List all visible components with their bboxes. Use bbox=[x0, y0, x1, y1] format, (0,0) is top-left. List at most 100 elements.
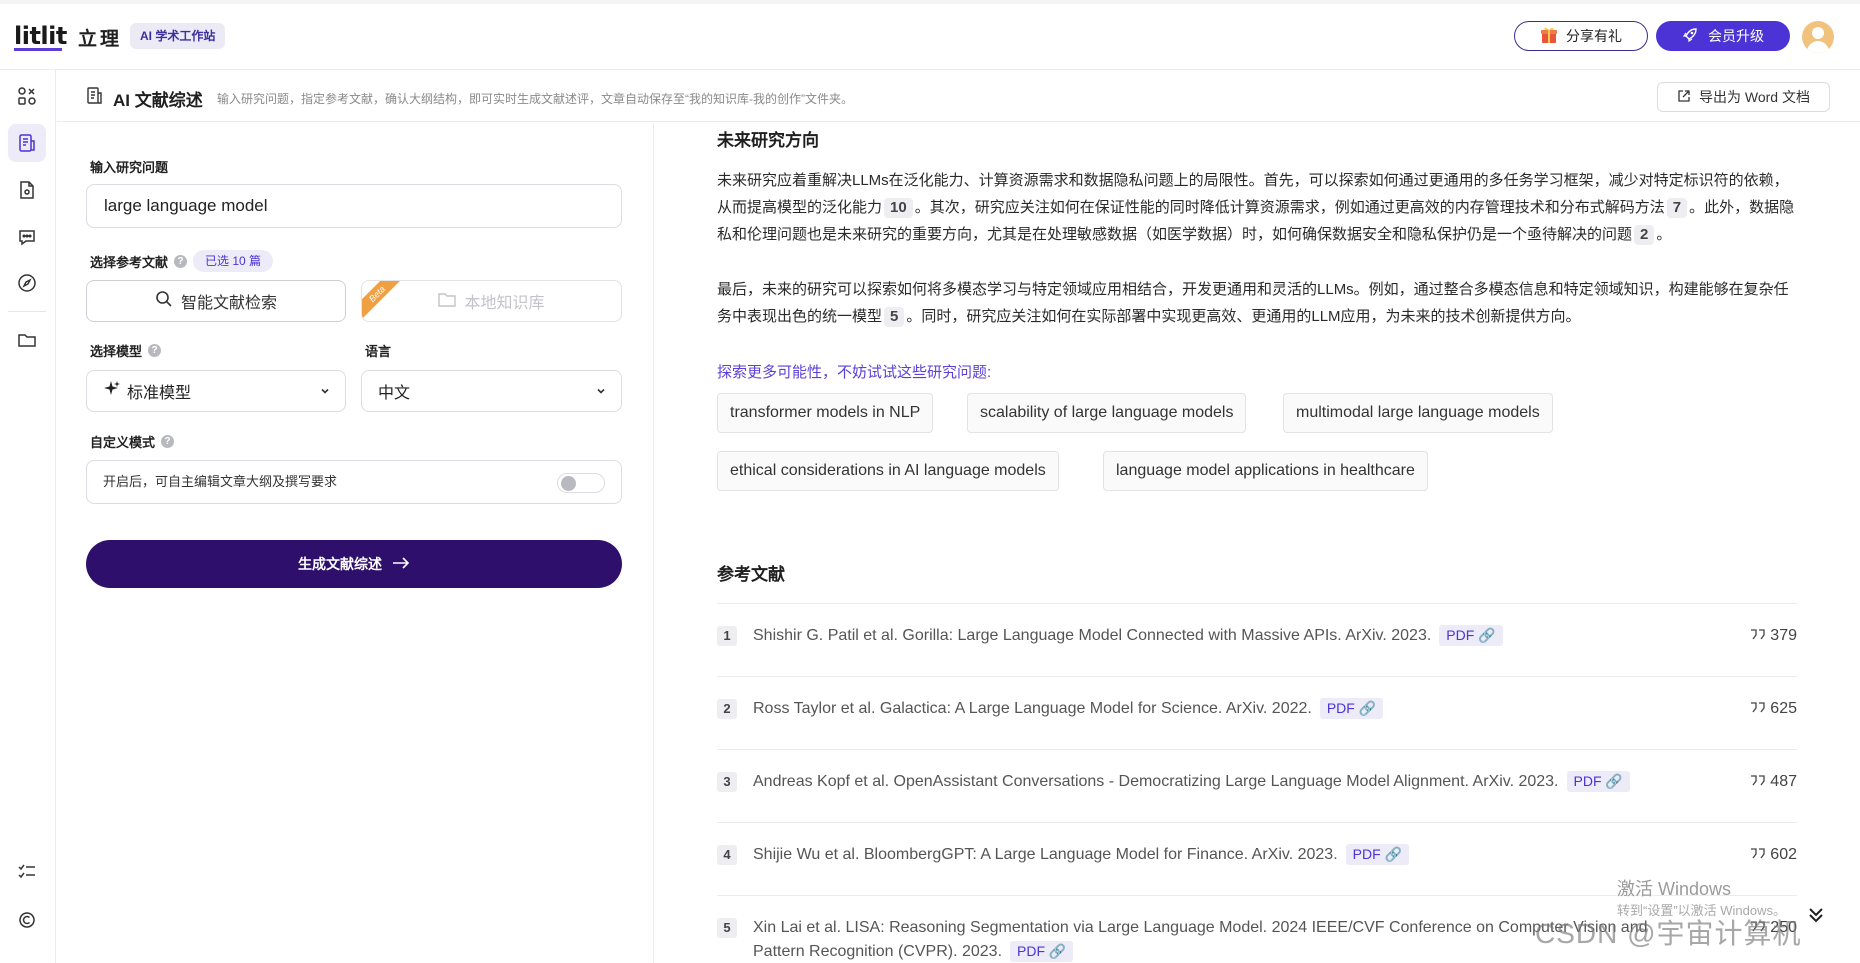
review-content: 未来研究方向 未来研究应着重解决LLMs在泛化能力、计算资源需求和数据隐私问题上… bbox=[655, 123, 1860, 963]
brand-logo[interactable]: litlit bbox=[14, 22, 67, 50]
reference-text[interactable]: Andreas Kopf et al. OpenAssistant Conver… bbox=[753, 773, 1559, 790]
brand-name: 立理 bbox=[78, 29, 123, 50]
generate-review-button[interactable]: 生成文献综述 bbox=[86, 540, 622, 588]
suggestion-chip[interactable]: multimodal large language models bbox=[1283, 393, 1553, 433]
references-heading: 参考文献 bbox=[717, 565, 785, 584]
pdf-link[interactable]: PDF 🔗 bbox=[1010, 941, 1074, 962]
reference-text[interactable]: Shishir G. Patil et al. Gorilla: Large L… bbox=[753, 627, 1431, 644]
export-word-button[interactable]: 导出为 Word 文档 bbox=[1657, 82, 1830, 112]
user-avatar[interactable] bbox=[1802, 21, 1834, 53]
para-text: 。其次，研究应关注如何在保证性能的同时降低计算资源需求，例如通过更高效的内存管理… bbox=[914, 199, 1665, 216]
pdf-label: PDF bbox=[1446, 627, 1475, 643]
citation-count-value: 487 bbox=[1770, 772, 1797, 790]
document-ai-icon[interactable] bbox=[8, 171, 46, 209]
reference-number: 2 bbox=[717, 699, 737, 719]
chat-icon[interactable] bbox=[8, 218, 46, 256]
link-icon: 🔗 bbox=[1048, 943, 1067, 959]
research-question-input[interactable]: large language model bbox=[86, 184, 622, 228]
reference-citation: Shijie Wu et al. BloombergGPT: A Large L… bbox=[753, 843, 1693, 867]
beta-ribbon: Beta bbox=[362, 281, 403, 320]
citation-count: 379 bbox=[1750, 626, 1797, 645]
scroll-down-icon[interactable] bbox=[1805, 904, 1827, 931]
csdn-watermark: CSDN @宇宙计算机 bbox=[1535, 918, 1802, 949]
brand-badge: AI 学术工作站 bbox=[130, 23, 226, 49]
model-label-text: 选择模型 bbox=[90, 344, 143, 359]
task-list-icon[interactable] bbox=[8, 853, 46, 891]
citation-count: 625 bbox=[1750, 699, 1797, 718]
copyright-icon[interactable] bbox=[8, 901, 46, 939]
pdf-link[interactable]: PDF 🔗 bbox=[1439, 625, 1503, 646]
reference-text[interactable]: Shijie Wu et al. BloombergGPT: A Large L… bbox=[753, 846, 1338, 863]
pdf-label: PDF bbox=[1017, 943, 1046, 959]
gift-icon bbox=[1540, 26, 1558, 47]
citation-count-value: 602 bbox=[1770, 845, 1797, 863]
citation-marker[interactable]: 10 bbox=[884, 198, 913, 218]
local-library-button[interactable]: Beta 本地知识库 bbox=[361, 280, 622, 322]
top-rule bbox=[0, 0, 1860, 4]
reference-text[interactable]: Xin Lai et al. LISA: Reasoning Segmentat… bbox=[753, 919, 1648, 960]
link-icon: 🔗 bbox=[1384, 846, 1402, 862]
pdf-link[interactable]: PDF 🔗 bbox=[1319, 698, 1384, 719]
citation-count: 602 bbox=[1750, 845, 1797, 864]
suggestion-chip[interactable]: language model applications in healthcar… bbox=[1103, 451, 1428, 491]
reference-citation: Andreas Kopf et al. OpenAssistant Conver… bbox=[753, 770, 1693, 794]
model-select[interactable]: 标准模型 bbox=[86, 370, 346, 412]
nav-rail bbox=[0, 70, 56, 963]
sparkle-icon bbox=[103, 380, 121, 403]
citation-marker[interactable]: 7 bbox=[1666, 198, 1688, 218]
reference-number: 4 bbox=[717, 845, 737, 865]
page-subheader: AI 文献综述 输入研究问题，指定参考文献，确认大纲结构，即可实时生成文献述评，… bbox=[57, 70, 1860, 122]
help-icon[interactable]: ? bbox=[161, 435, 175, 448]
citation-count: 487 bbox=[1750, 772, 1797, 791]
suggestion-chip[interactable]: scalability of large language models bbox=[967, 393, 1247, 433]
pdf-link[interactable]: PDF 🔗 bbox=[1566, 771, 1630, 792]
share-button[interactable]: 分享有礼 bbox=[1514, 21, 1648, 51]
reference-citation: Ross Taylor et al. Galactica: A Large La… bbox=[753, 697, 1693, 721]
smart-search-label: 智能文献检索 bbox=[180, 295, 277, 312]
compass-icon[interactable] bbox=[8, 264, 46, 302]
citation-count-value: 379 bbox=[1770, 626, 1797, 644]
language-value: 中文 bbox=[378, 385, 411, 402]
reference-row: 1 Shishir G. Patil et al. Gorilla: Large… bbox=[717, 604, 1797, 677]
folder-icon[interactable] bbox=[8, 321, 46, 359]
export-label: 导出为 Word 文档 bbox=[1699, 89, 1810, 105]
vip-label: 会员升级 bbox=[1708, 28, 1764, 44]
language-select[interactable]: 中文 bbox=[361, 370, 622, 412]
chevron-down-icon bbox=[595, 384, 607, 402]
para-text: 。 bbox=[1656, 226, 1672, 243]
language-label: 语言 bbox=[365, 344, 392, 359]
arrow-right-icon bbox=[392, 556, 410, 572]
vip-upgrade-button[interactable]: 会员升级 bbox=[1656, 21, 1790, 51]
reference-number: 3 bbox=[717, 772, 737, 792]
external-link-icon bbox=[1677, 89, 1691, 106]
help-icon[interactable]: ? bbox=[174, 254, 188, 268]
help-icon[interactable]: ? bbox=[148, 344, 162, 357]
page-description: 输入研究问题，指定参考文献，确认大纲结构，即可实时生成文献述评，文章自动保存至“… bbox=[217, 92, 853, 106]
future-directions-heading: 未来研究方向 bbox=[717, 131, 819, 150]
apps-icon[interactable] bbox=[8, 77, 46, 115]
paragraph-future-1: 未来研究应着重解决LLMs在泛化能力、计算资源需求和数据隐私问题上的局限性。首先… bbox=[717, 167, 1802, 248]
pdf-label: PDF bbox=[1352, 846, 1381, 862]
smart-search-button[interactable]: 智能文献检索 bbox=[86, 280, 346, 322]
avatar-head bbox=[1812, 27, 1824, 39]
question-label: 输入研究问题 bbox=[90, 157, 168, 176]
paragraph-future-2: 最后，未来的研究可以探索如何将多模态学习与特定领域应用相结合，开发更通用和灵活的… bbox=[717, 276, 1802, 330]
pdf-label: PDF bbox=[1326, 700, 1355, 716]
citation-marker[interactable]: 2 bbox=[1634, 225, 1655, 245]
citation-marker[interactable]: 5 bbox=[884, 307, 905, 327]
custom-mode-toggle[interactable] bbox=[557, 473, 605, 493]
quote-icon bbox=[1750, 772, 1766, 791]
suggestion-chip[interactable]: ethical considerations in AI language mo… bbox=[717, 451, 1059, 491]
pdf-link[interactable]: PDF 🔗 bbox=[1345, 844, 1409, 865]
selected-count-badge[interactable]: 已选 10 篇 bbox=[193, 250, 274, 272]
link-icon: 🔗 bbox=[1358, 700, 1377, 716]
suggestion-chip[interactable]: transformer models in NLP bbox=[717, 393, 934, 433]
toggle-knob bbox=[561, 476, 576, 491]
literature-review-icon[interactable] bbox=[8, 124, 46, 162]
citation-count-value: 625 bbox=[1770, 699, 1797, 717]
model-label: 选择模型 ? bbox=[90, 341, 162, 360]
logo-underline bbox=[14, 48, 62, 51]
rocket-icon bbox=[1682, 27, 1698, 46]
reference-text[interactable]: Ross Taylor et al. Galactica: A Large La… bbox=[753, 700, 1312, 717]
top-bar: litlit 立理 AI 学术工作站 分享有礼 会员升级 bbox=[0, 0, 1860, 70]
